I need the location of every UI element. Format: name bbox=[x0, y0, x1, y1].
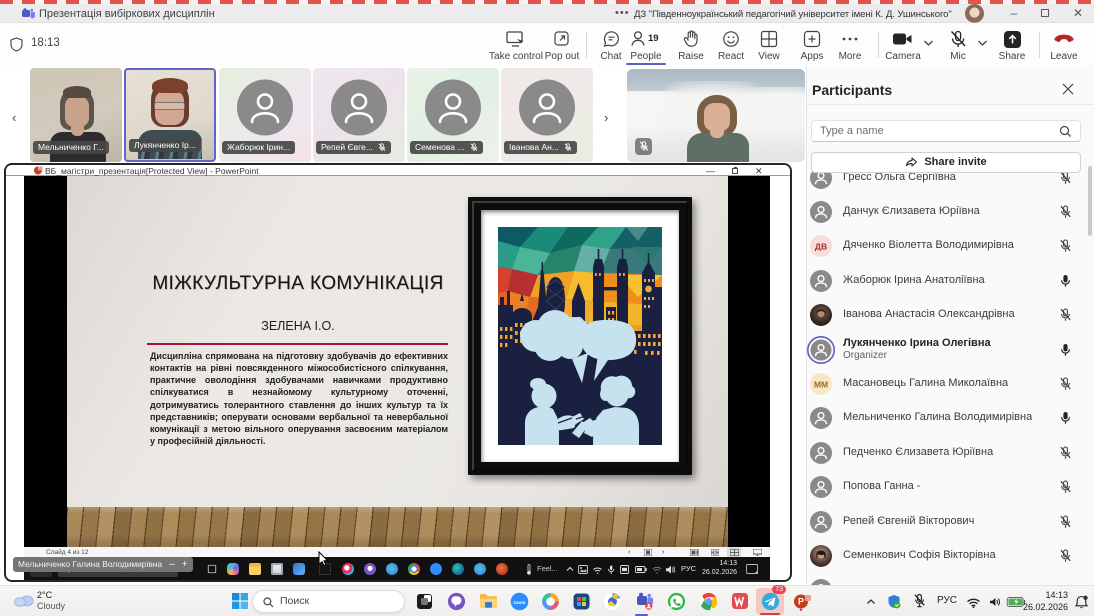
svg-text:ММ: ММ bbox=[814, 380, 828, 390]
svg-text:19: 19 bbox=[648, 33, 659, 44]
svg-text:ДВ: ДВ bbox=[815, 242, 827, 252]
svg-text:P: P bbox=[797, 596, 803, 606]
svg-text:zoom: zoom bbox=[513, 600, 525, 605]
